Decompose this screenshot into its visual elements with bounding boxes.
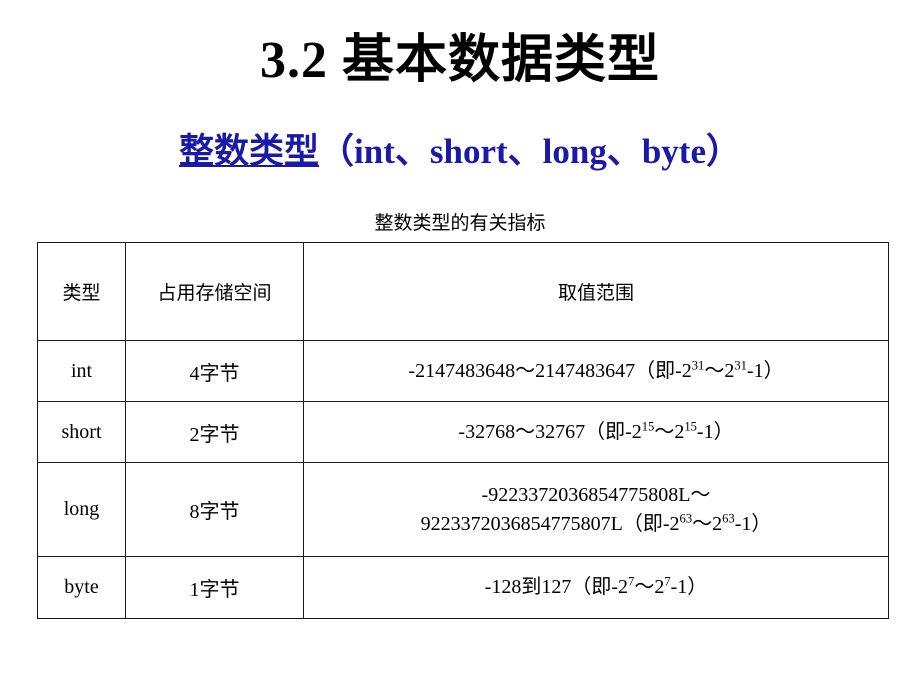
table-row: short 2字节 -32768～32767（即-215～215-1） — [37, 401, 889, 463]
range-exponent-high: 15 — [684, 418, 697, 433]
range-middle: ～2 — [634, 576, 665, 598]
range-middle: ～2 — [692, 512, 723, 535]
cell-range: -128到127（即-27～27-1） — [303, 556, 889, 619]
range-prefix: -128到127（即-2 — [484, 576, 629, 598]
range-prefix: -2147483648～2147483647（即-2 — [408, 359, 692, 382]
table-row: long 8字节 -9223372036854775808L～ 922337203… — [37, 462, 889, 557]
subtitle-chinese-part: 整数类型 — [179, 132, 320, 171]
range-exponent-high: 63 — [722, 510, 735, 525]
subtitle-types-part: （int、short、long、byte） — [319, 132, 741, 171]
column-header-range: 取值范围 — [303, 242, 889, 341]
cell-type: int — [37, 340, 126, 402]
cell-range: -32768～32767（即-215～215-1） — [303, 401, 889, 463]
table-row: byte 1字节 -128到127（即-27～27-1） — [37, 556, 889, 619]
range-suffix: -1） — [670, 576, 708, 598]
cell-type: short — [37, 401, 126, 463]
table-header-row: 类型 占用存储空间 取值范围 — [37, 242, 889, 341]
cell-storage: 1字节 — [125, 556, 304, 619]
cell-range: -9223372036854775808L～ 922337203685477580… — [303, 462, 889, 557]
page-title: 3.2 基本数据类型 — [259, 32, 660, 89]
cell-storage: 8字节 — [125, 462, 304, 557]
integer-types-table: 类型 占用存储空间 取值范围 int 4字节 -2147483648～21474… — [37, 242, 889, 619]
range-exponent-high: 31 — [734, 357, 747, 372]
range-suffix: -1） — [746, 359, 784, 382]
column-header-storage: 占用存储空间 — [125, 242, 304, 341]
range-prefix: 9223372036854775807L（即-2 — [420, 512, 680, 535]
cell-storage: 4字节 — [125, 340, 304, 402]
column-header-type: 类型 — [37, 242, 126, 341]
range-exponent-low: 31 — [691, 357, 705, 372]
slide-subtitle: 整数类型（int、short、long、byte） — [0, 132, 920, 172]
range-line-one: -9223372036854775808L～ — [481, 483, 711, 506]
range-suffix: -1） — [734, 512, 772, 535]
table-row: int 4字节 -2147483648～2147483647（即-231～231… — [37, 340, 889, 402]
table-body: int 4字节 -2147483648～2147483647（即-231～231… — [37, 340, 889, 619]
cell-range: -2147483648～2147483647（即-231～231-1） — [303, 340, 889, 402]
cell-storage: 2字节 — [125, 401, 304, 463]
table-caption: 整数类型的有关指标 — [374, 212, 546, 234]
cell-type: long — [37, 462, 126, 557]
range-exponent-low: 15 — [641, 418, 655, 433]
range-middle: ～2 — [704, 359, 735, 382]
range-middle: ～2 — [654, 420, 685, 443]
slide-canvas: 3.2 基本数据类型 整数类型（int、short、long、byte） 整数类… — [0, 0, 920, 690]
table-header: 类型 占用存储空间 取值范围 — [37, 242, 889, 341]
range-exponent-low: 63 — [679, 510, 693, 525]
range-prefix: -32768～32767（即-2 — [458, 420, 642, 443]
range-suffix: -1） — [696, 420, 734, 443]
cell-type: byte — [37, 556, 126, 619]
